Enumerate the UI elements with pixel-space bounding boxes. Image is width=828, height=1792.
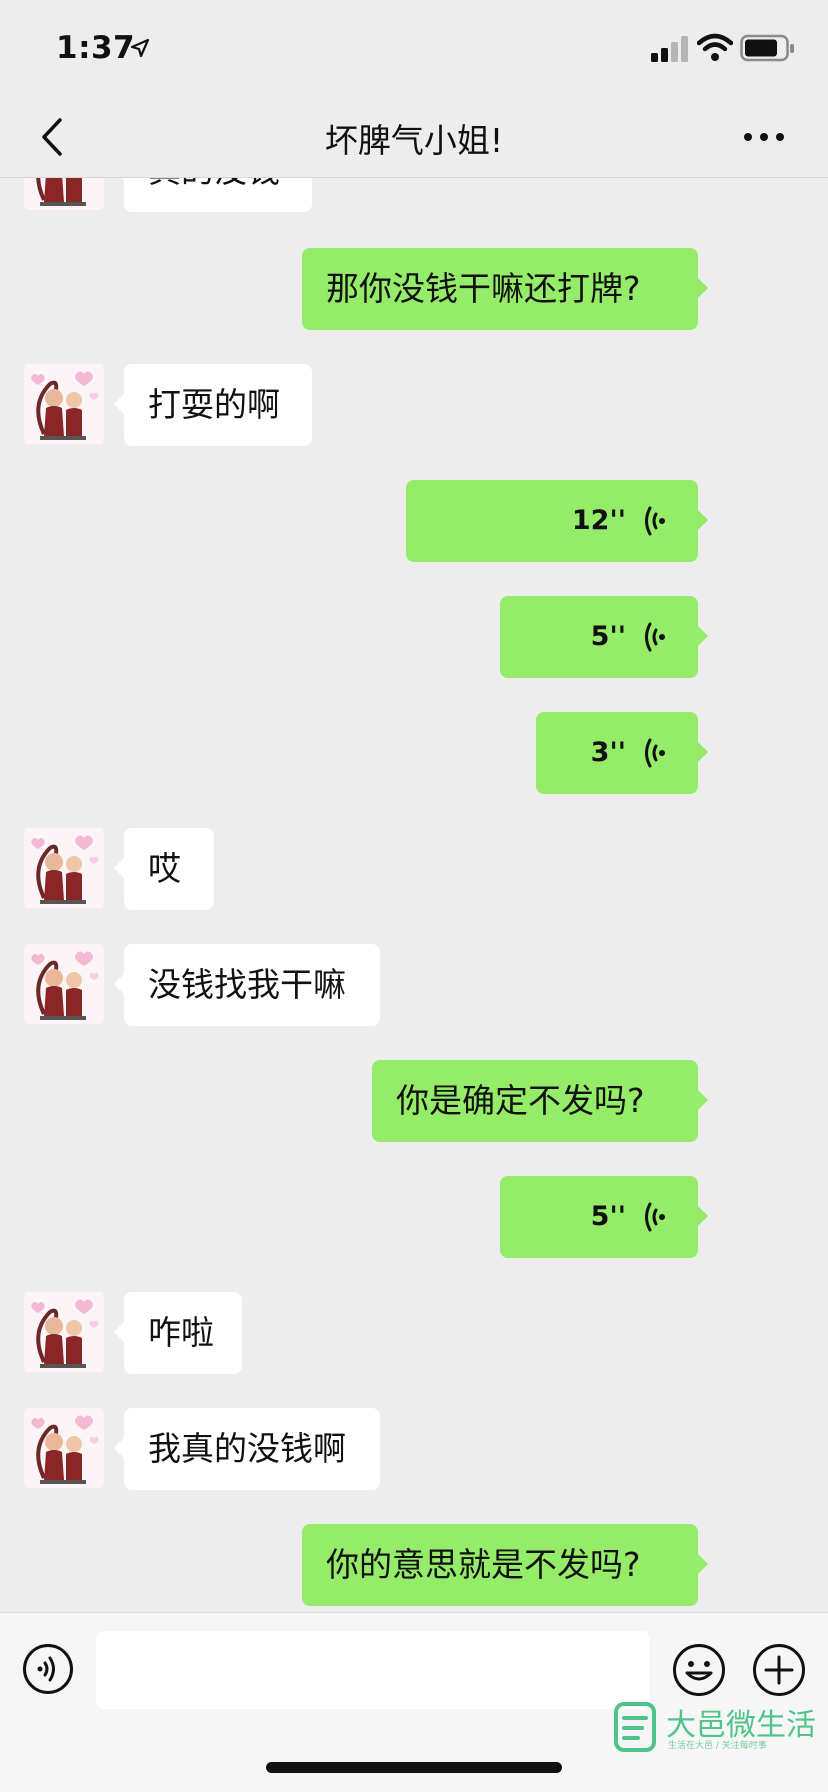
more-icon[interactable] <box>742 122 786 152</box>
message-row: 12'' <box>0 480 828 564</box>
emoji-icon[interactable] <box>672 1643 726 1697</box>
outgoing-voice-bubble[interactable]: 5'' <box>500 1176 708 1258</box>
contact-avatar[interactable] <box>24 828 104 908</box>
outgoing-text-bubble[interactable]: 你是确定不发吗? <box>372 1060 708 1142</box>
voice-duration: 3'' <box>590 737 626 768</box>
incoming-text-bubble[interactable]: 哎 <box>114 828 214 910</box>
message-row: 真的没钱 <box>0 178 828 214</box>
plus-icon[interactable] <box>752 1643 806 1697</box>
message-row: 5'' <box>0 1176 828 1260</box>
outgoing-voice-bubble[interactable]: 5'' <box>500 596 708 678</box>
message-row: 哎 <box>0 828 828 912</box>
voice-duration: 5'' <box>590 621 626 652</box>
voice-toggle-icon[interactable] <box>22 1643 74 1695</box>
status-bar: 1:37 <box>0 0 828 100</box>
message-row: 咋啦 <box>0 1292 828 1376</box>
watermark: 大邑微生活 生活在大邑 / 关注每时事 <box>612 1700 822 1760</box>
status-time: 1:37 <box>56 30 136 66</box>
watermark-logo-icon <box>614 1702 656 1752</box>
contact-avatar[interactable] <box>24 944 104 1024</box>
incoming-text-bubble[interactable]: 没钱找我干嘛 <box>114 944 380 1026</box>
message-input[interactable] <box>96 1631 650 1709</box>
message-row: 你是确定不发吗? <box>0 1060 828 1144</box>
message-row: 那你没钱干嘛还打牌? <box>0 248 828 332</box>
contact-avatar[interactable] <box>24 178 104 210</box>
outgoing-text-bubble[interactable]: 那你没钱干嘛还打牌? <box>302 248 708 330</box>
voice-wave-icon <box>645 622 667 652</box>
wifi-icon <box>697 33 733 61</box>
location-arrow-icon <box>130 38 150 58</box>
contact-avatar[interactable] <box>24 1408 104 1488</box>
battery-icon <box>740 34 794 62</box>
message-row: 3'' <box>0 712 828 796</box>
chat-title: 坏脾气小姐! <box>324 121 504 160</box>
signal-icon <box>651 36 688 62</box>
voice-wave-icon <box>645 1202 667 1232</box>
voice-duration: 5'' <box>590 1201 626 1232</box>
voice-duration: 12'' <box>571 505 626 536</box>
voice-wave-icon <box>645 738 667 768</box>
contact-avatar[interactable] <box>24 364 104 444</box>
contact-avatar[interactable] <box>24 1292 104 1372</box>
nav-bar: 坏脾气小姐! <box>0 100 828 178</box>
voice-wave-icon <box>645 506 667 536</box>
message-row: 你的意思就是不发吗? <box>0 1524 828 1608</box>
chat-message-list[interactable]: 真的没钱 那你没钱干嘛还打牌? 打耍的啊 12'' 5'' 3'' <box>0 178 828 1612</box>
outgoing-voice-bubble[interactable]: 12'' <box>406 480 708 562</box>
incoming-text-bubble[interactable]: 我真的没钱啊 <box>114 1408 380 1490</box>
home-indicator <box>266 1762 562 1773</box>
message-row: 打耍的啊 <box>0 364 828 448</box>
incoming-text-bubble[interactable]: 打耍的啊 <box>114 364 312 446</box>
message-row: 没钱找我干嘛 <box>0 944 828 1028</box>
watermark-subtitle: 生活在大邑 / 关注每时事 <box>668 1741 767 1751</box>
outgoing-voice-bubble[interactable]: 3'' <box>536 712 708 794</box>
incoming-text-bubble[interactable]: 真的没钱 <box>114 178 312 212</box>
outgoing-text-bubble[interactable]: 你的意思就是不发吗? <box>302 1524 708 1606</box>
incoming-text-bubble[interactable]: 咋啦 <box>114 1292 242 1374</box>
message-row: 5'' <box>0 596 828 680</box>
message-row: 我真的没钱啊 <box>0 1408 828 1492</box>
